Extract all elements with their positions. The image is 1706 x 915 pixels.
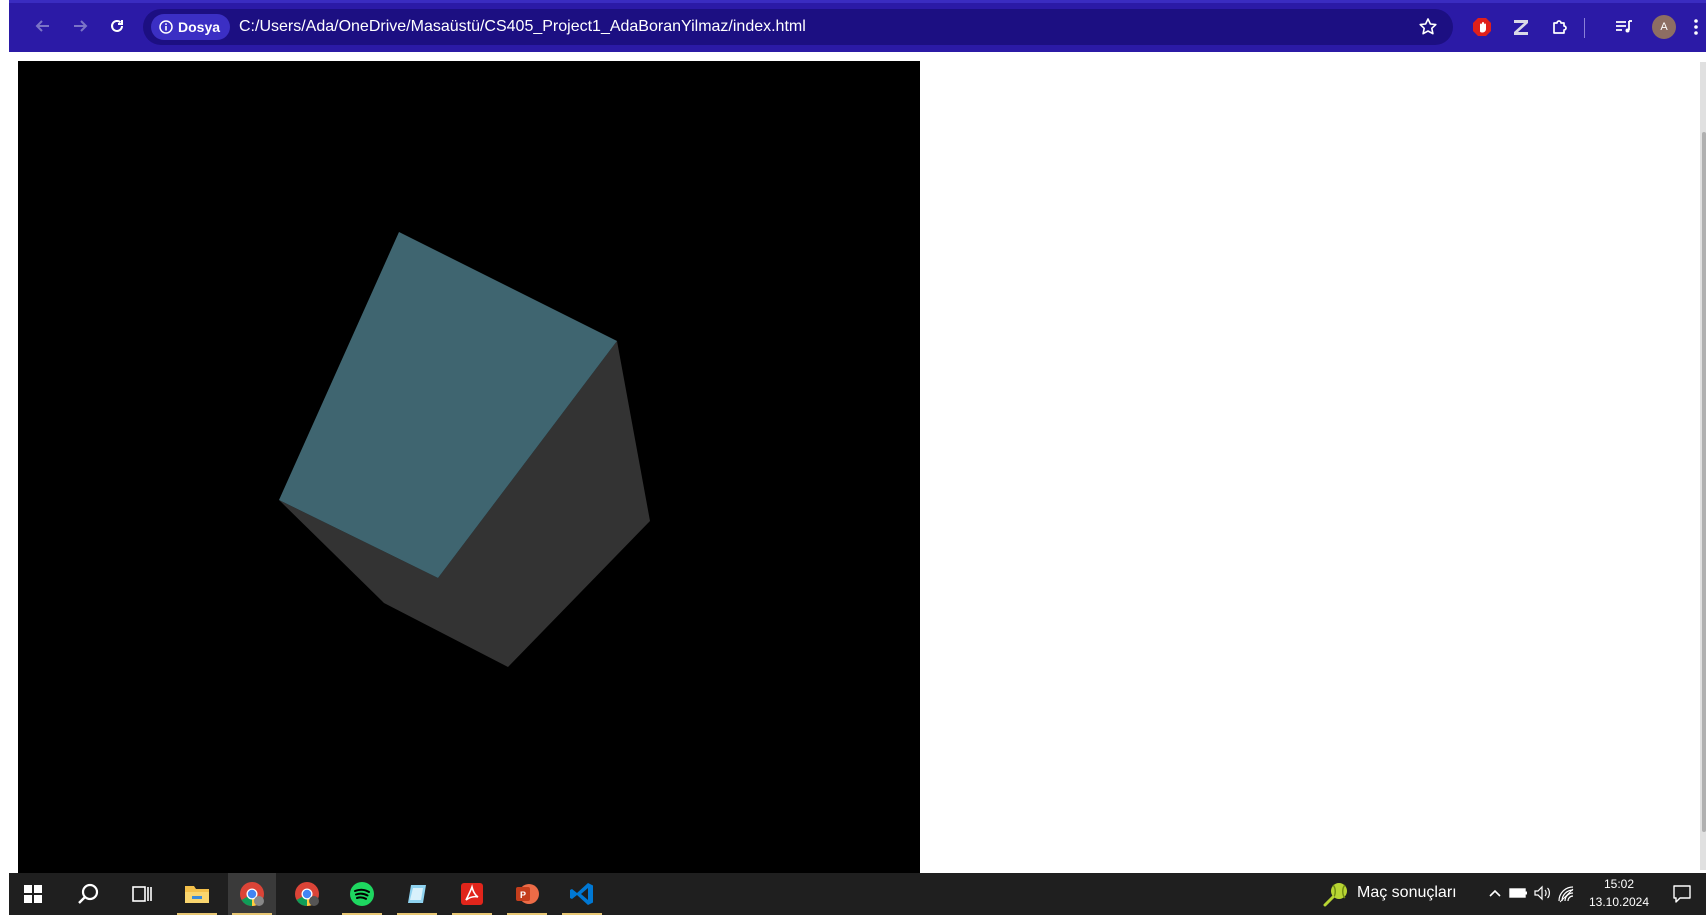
adblock-icon <box>1473 18 1491 36</box>
reload-icon <box>111 19 123 32</box>
wifi-icon <box>1558 886 1574 903</box>
media-button[interactable] <box>1612 15 1636 39</box>
profile-avatar[interactable]: A <box>1652 15 1676 39</box>
extensions-button[interactable] <box>1548 15 1572 39</box>
scrollbar-thumb[interactable] <box>1702 132 1706 832</box>
chevron-up-icon <box>1489 889 1501 897</box>
battery-button[interactable] <box>1509 885 1529 906</box>
star-icon <box>1419 18 1437 35</box>
webgl-canvas[interactable] <box>18 61 920 873</box>
taskbar-vscode[interactable] <box>558 873 606 915</box>
browser-toolbar: Dosya C:/Users/Ada/OneDrive/Masaüstü/CS4… <box>9 0 1706 52</box>
taskbar-powerpoint[interactable]: P <box>503 873 551 915</box>
arrow-right-icon <box>74 20 88 32</box>
news-widget-button[interactable] <box>1322 881 1350 912</box>
notification-icon <box>1673 885 1691 903</box>
forward-button[interactable] <box>66 12 94 40</box>
search-button[interactable] <box>64 873 112 915</box>
arrow-left-icon <box>35 20 49 32</box>
clock[interactable]: 15:02 13.10.2024 <box>1587 875 1651 911</box>
bookmark-button[interactable] <box>1417 16 1439 38</box>
speaker-icon <box>1534 885 1550 901</box>
taskbar-acrobat[interactable] <box>448 873 496 915</box>
security-chip[interactable]: Dosya <box>151 14 231 40</box>
svg-text:P: P <box>520 890 526 900</box>
taskbar-chrome-profile[interactable] <box>283 873 331 915</box>
toolbar-divider <box>1584 18 1585 38</box>
clock-date: 13.10.2024 <box>1588 895 1650 909</box>
taskbar: P Maç sonuçları 15:02 13.10.2024 <box>9 873 1706 915</box>
widget-label[interactable]: Maç sonuçları <box>1357 884 1457 902</box>
z-extension-icon <box>1514 20 1528 35</box>
url-text[interactable]: C:/Users/Ada/OneDrive/Masaüstü/CS405_Pro… <box>239 9 806 45</box>
info-icon <box>159 20 173 34</box>
puzzle-icon <box>1553 20 1567 34</box>
screen: Dosya C:/Users/Ada/OneDrive/Masaüstü/CS4… <box>0 0 1706 915</box>
notifications-button[interactable] <box>1672 884 1692 909</box>
task-view-button[interactable] <box>118 873 166 915</box>
search-icon <box>78 883 99 904</box>
acrobat-icon <box>461 883 483 905</box>
chrome-icon <box>240 882 264 906</box>
notepad-icon <box>408 885 426 903</box>
task-view-icon <box>132 886 152 902</box>
vscode-icon <box>570 883 593 905</box>
cube-render <box>279 232 650 667</box>
tray-overflow-button[interactable] <box>1487 885 1503 906</box>
kebab-menu-icon <box>1694 19 1698 35</box>
adblock-extension-button[interactable] <box>1470 15 1494 39</box>
taskbar-notepad[interactable] <box>393 873 441 915</box>
reload-button[interactable] <box>103 12 131 40</box>
volume-button[interactable] <box>1533 885 1553 906</box>
start-button[interactable] <box>9 873 57 915</box>
battery-icon <box>1509 888 1527 898</box>
spotify-icon <box>350 882 374 906</box>
powerpoint-icon: P <box>516 884 539 904</box>
page-scrollbar[interactable] <box>1700 62 1706 870</box>
start-icon <box>24 885 42 903</box>
media-queue-icon <box>1616 20 1632 33</box>
chrome-profile-icon <box>295 882 319 906</box>
taskbar-spotify[interactable] <box>338 873 386 915</box>
clock-time: 15:02 <box>1603 877 1635 891</box>
taskbar-chrome[interactable] <box>228 873 276 915</box>
address-bar[interactable]: Dosya C:/Users/Ada/OneDrive/Masaüstü/CS4… <box>143 9 1453 45</box>
back-button[interactable] <box>29 12 57 40</box>
security-chip-label: Dosya <box>178 19 221 35</box>
browser-menu-button[interactable] <box>1689 15 1703 39</box>
z-extension-button[interactable] <box>1509 15 1533 39</box>
network-button[interactable] <box>1557 885 1575 908</box>
taskbar-file-explorer[interactable] <box>173 873 221 915</box>
sports-widget-icon <box>1323 883 1347 907</box>
file-explorer-icon <box>185 886 209 903</box>
